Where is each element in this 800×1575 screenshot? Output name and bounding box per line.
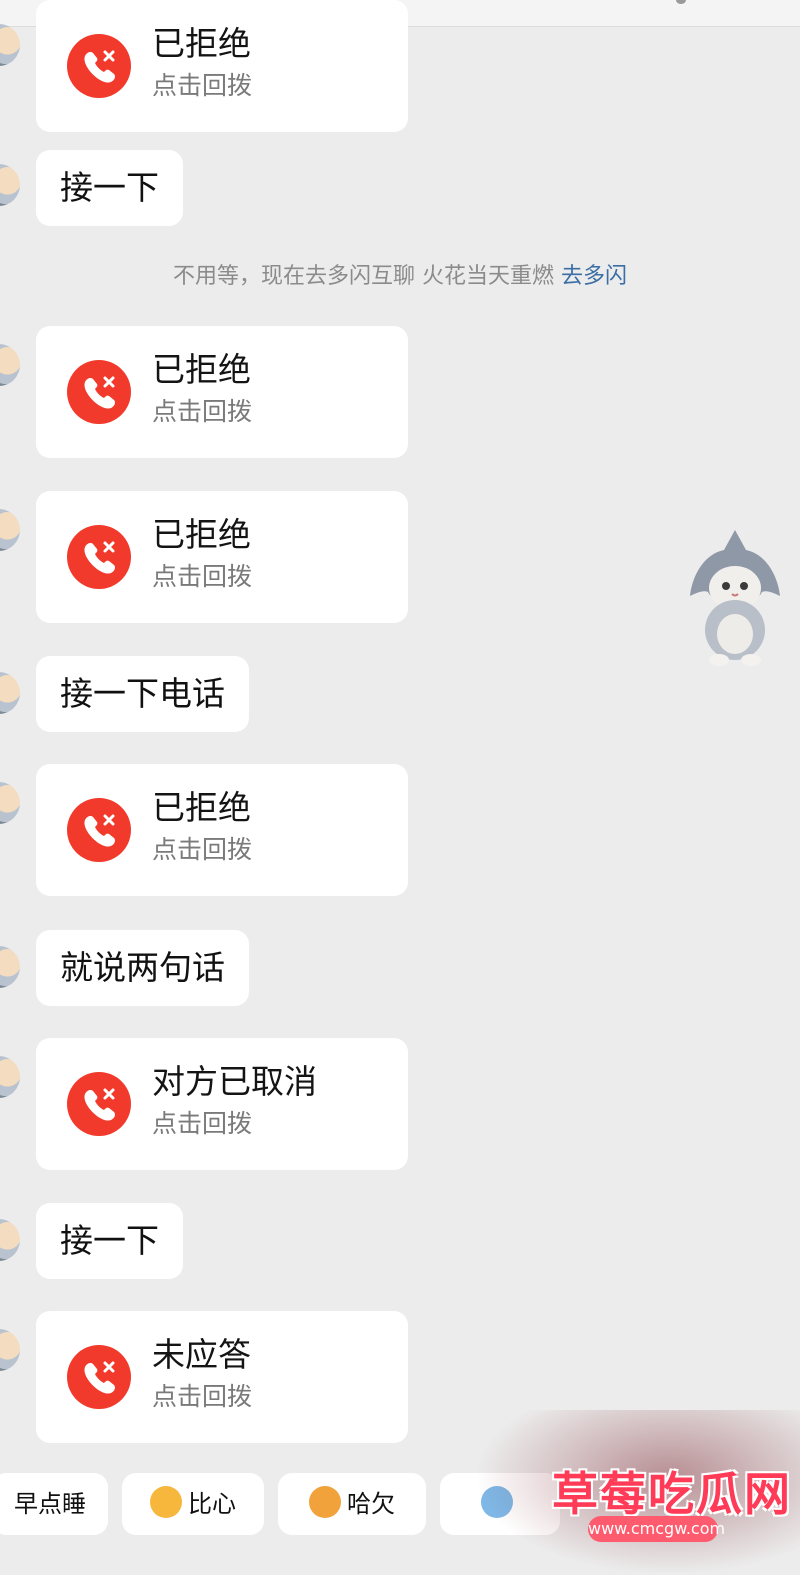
call-record-card[interactable]: 对方已取消 点击回拨 [36,1038,408,1170]
call-record-card[interactable]: 已拒绝 点击回拨 [36,0,408,132]
avatar[interactable] [0,1329,20,1371]
quick-reply-chip[interactable]: 早点睡 [0,1473,108,1535]
text-bubble[interactable]: 就说两句话 [36,930,249,1006]
call-status: 未应答 [152,1335,251,1374]
call-record-card[interactable]: 未应答 点击回拨 [36,1311,408,1443]
chip-label: 早点睡 [14,1490,86,1518]
avatar[interactable] [0,344,20,386]
declined-call-icon [67,360,131,424]
text-bubble[interactable]: 接一下电话 [36,656,249,732]
header-icon[interactable] [676,0,686,4]
quick-reply-chip[interactable]: 比心 [122,1473,264,1535]
missed-call-icon [67,1345,131,1409]
avatar[interactable] [0,946,20,988]
avatar[interactable] [0,672,20,714]
call-status: 已拒绝 [152,24,251,63]
yawn-emoji-icon [309,1486,341,1518]
call-record-card[interactable]: 已拒绝 点击回拨 [36,491,408,623]
cat-sticker[interactable] [686,526,784,668]
watermark-logo: 草莓吃瓜网 [552,1467,792,1521]
call-record-card[interactable]: 已拒绝 点击回拨 [36,326,408,458]
text-bubble[interactable]: 接一下 [36,1203,183,1279]
call-record-card[interactable]: 已拒绝 点击回拨 [36,764,408,896]
declined-call-icon [67,34,131,98]
call-back-label: 点击回拨 [152,71,253,100]
declined-call-icon [67,525,131,589]
chip-label: 哈欠 [347,1490,395,1518]
call-status: 对方已取消 [152,1062,317,1101]
chip-label: 比心 [188,1490,236,1518]
avatar[interactable] [0,164,20,206]
quick-reply-chip[interactable]: 哈欠 [278,1473,426,1535]
call-back-label: 点击回拨 [152,1109,253,1138]
system-notice: 不用等，现在去多闪互聊 火花当天重燃 去多闪 [0,258,800,290]
duck-heart-emoji-icon [150,1486,182,1518]
avatar[interactable] [0,782,20,824]
call-status: 已拒绝 [152,350,251,389]
avatar[interactable] [0,1056,20,1098]
call-status: 已拒绝 [152,515,251,554]
avatar[interactable] [0,1219,20,1261]
call-back-label: 点击回拨 [152,1382,253,1411]
call-back-label: 点击回拨 [152,562,253,591]
notice-link[interactable]: 去多闪 [561,264,627,289]
watermark-url: www.cmcgw.com [588,1516,725,1542]
avatar[interactable] [0,24,20,66]
notice-text: 不用等，现在去多闪互聊 火花当天重燃 [172,264,554,289]
call-back-label: 点击回拨 [152,397,253,426]
declined-call-icon [67,1072,131,1136]
avatar[interactable] [0,509,20,551]
call-back-label: 点击回拨 [152,835,253,864]
declined-call-icon [67,798,131,862]
call-status: 已拒绝 [152,788,251,827]
text-bubble[interactable]: 接一下 [36,150,183,226]
